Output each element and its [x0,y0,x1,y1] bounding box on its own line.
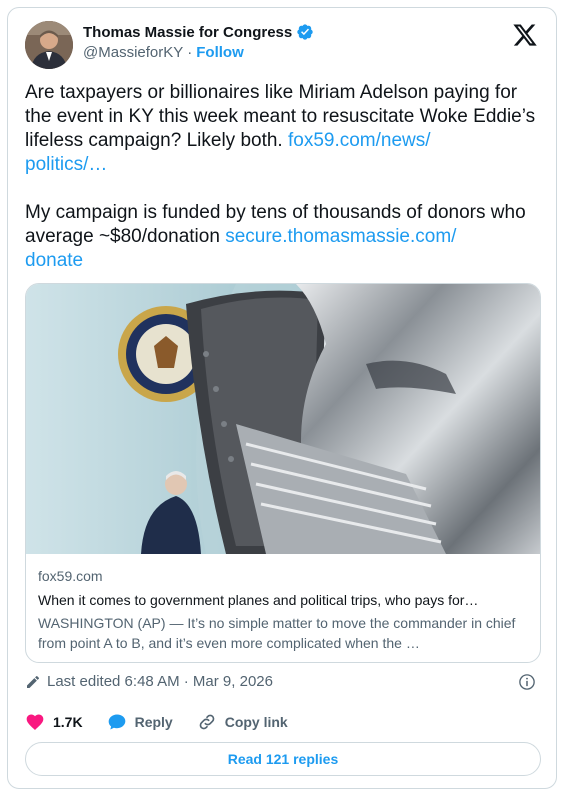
avatar[interactable] [25,21,73,69]
link-domain: fox59.com [38,568,103,584]
link-headline: When it comes to government planes and p… [38,592,479,608]
separator-dot: · [187,44,193,61]
link-summary: WASHINGTON (AP) — It’s no simple matter … [38,615,516,651]
author-name-row: Thomas Massie for Congress [83,23,314,41]
x-logo-icon[interactable] [512,22,538,48]
tweet-text-part-1: Are taxpayers or billionaires like Miria… [25,82,541,151]
author-handle[interactable]: @MassieforKY [83,44,183,61]
link-icon [199,714,215,730]
author-handle-row: @MassieforKY · Follow [83,44,244,61]
follow-button[interactable]: Follow [196,44,244,61]
copy-link-button[interactable]: Copy link [197,712,288,732]
action-bar: 1.7K Reply Copy link [25,712,312,732]
link-preview-card[interactable]: fox59.com When it comes to government pl… [25,283,541,663]
reply-bubble-icon [108,714,125,730]
heart-icon [26,714,44,730]
reply-button[interactable]: Reply [107,712,173,732]
pencil-icon [27,675,40,688]
copy-link-label: Copy link [224,714,288,730]
like-button[interactable]: 1.7K [25,712,83,732]
edited-timestamp-row: Last edited 6:48 AM · Mar 9, 2026 [25,673,273,690]
reply-label: Reply [134,714,173,730]
verified-badge-icon [297,24,313,40]
like-count: 1.7K [53,714,83,730]
read-replies-button[interactable]: Read 121 replies [25,742,541,776]
tweet-text: Are taxpayers or billionaires like Miria… [25,81,545,273]
edited-timestamp[interactable]: Last edited 6:48 AM · Mar 9, 2026 [47,673,273,690]
tweet-embed-card: Thomas Massie for Congress @MassieforKY … [7,7,557,789]
link-preview-image [26,284,540,554]
info-icon[interactable] [518,673,536,691]
author-name[interactable]: Thomas Massie for Congress [83,24,292,41]
link-preview-meta: fox59.com When it comes to government pl… [38,567,530,653]
